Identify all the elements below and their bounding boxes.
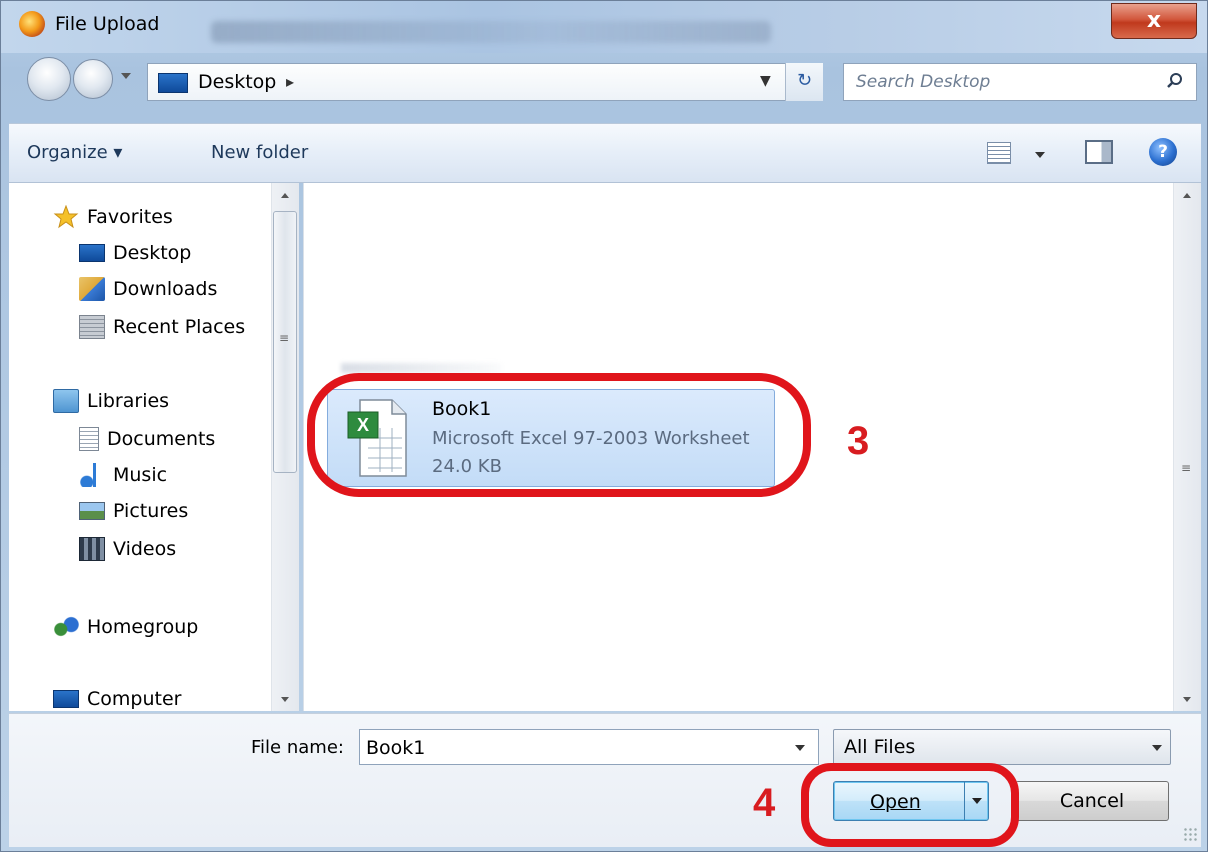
title-bar[interactable]: File Upload x	[1, 1, 1207, 53]
file-scroll-up-arrow-icon[interactable]	[1183, 193, 1191, 198]
back-button[interactable]	[27, 57, 71, 101]
resize-grip-icon[interactable]	[1183, 827, 1197, 841]
nav-item-label: Desktop	[113, 242, 192, 264]
preview-pane-icon[interactable]	[1085, 140, 1113, 164]
window-title: File Upload	[55, 13, 160, 35]
blurred-background-title	[211, 21, 771, 43]
nav-libraries[interactable]: Libraries	[53, 385, 169, 417]
nav-item-label: Pictures	[113, 500, 189, 522]
search-icon[interactable]	[1166, 72, 1184, 90]
videos-film-icon	[79, 537, 105, 561]
close-button[interactable]: x	[1111, 3, 1197, 39]
scroll-down-arrow-icon[interactable]	[281, 697, 289, 702]
libraries-icon	[53, 389, 79, 413]
nav-item-label: Music	[113, 464, 168, 486]
nav-item-videos[interactable]: Videos	[79, 533, 176, 565]
computer-icon	[53, 690, 79, 708]
organize-menu-button[interactable]: Organize ▾	[27, 142, 122, 163]
file-name-input[interactable]	[366, 736, 786, 760]
file-name-field[interactable]	[359, 729, 819, 765]
nav-item-label: Recent Places	[113, 316, 246, 338]
favorites-star-icon	[53, 205, 79, 229]
nav-item-recent-places[interactable]: Recent Places	[79, 311, 245, 343]
nav-item-desktop[interactable]: Desktop	[79, 237, 191, 269]
search-input[interactable]	[856, 70, 1146, 94]
recent-locations-dropdown-icon[interactable]	[121, 73, 131, 79]
address-dropdown-icon[interactable]: ▼	[760, 73, 771, 89]
documents-icon	[79, 427, 99, 451]
annotation-step-4: 4	[753, 781, 776, 825]
cancel-button[interactable]: Cancel	[1015, 781, 1169, 821]
nav-item-label: Documents	[107, 428, 216, 450]
search-box[interactable]	[843, 63, 1197, 101]
music-note-icon	[79, 463, 105, 487]
annotation-ring-open	[801, 763, 1019, 847]
firefox-icon	[19, 11, 45, 37]
nav-item-documents[interactable]: Documents	[79, 423, 215, 455]
nav-item-label: Videos	[113, 538, 177, 560]
help-icon[interactable]: ?	[1149, 138, 1177, 166]
recent-places-icon	[79, 315, 105, 339]
command-toolbar: Organize ▾ New folder ?	[9, 123, 1201, 183]
annotation-step-3: 3	[847, 419, 870, 463]
new-folder-button[interactable]: New folder	[211, 142, 308, 163]
nav-item-downloads[interactable]: Downloads	[79, 273, 217, 305]
address-bar[interactable]: Desktop ▸ ▼	[147, 63, 823, 101]
scroll-up-arrow-icon[interactable]	[281, 193, 289, 198]
nav-computer-label: Computer	[87, 688, 182, 710]
file-upload-dialog: File Upload x Desktop ▸ ▼ ↻ Organize ▾ N…	[0, 0, 1208, 852]
nav-libraries-label: Libraries	[87, 390, 170, 412]
address-location[interactable]: Desktop	[198, 71, 276, 93]
desktop-icon	[79, 244, 105, 262]
file-type-select[interactable]: All Files	[833, 729, 1171, 765]
file-type-value: All Files	[844, 736, 916, 758]
nav-favorites-label: Favorites	[87, 206, 173, 228]
file-list-scrollbar[interactable]	[1173, 183, 1201, 711]
refresh-button[interactable]: ↻	[785, 63, 823, 101]
nav-item-label: Downloads	[113, 278, 218, 300]
file-scroll-down-arrow-icon[interactable]	[1183, 697, 1191, 702]
nav-item-music[interactable]: Music	[79, 459, 167, 491]
nav-homegroup[interactable]: Homegroup	[53, 611, 198, 643]
pictures-icon	[79, 502, 105, 520]
scroll-grip-icon: ≡	[279, 331, 290, 345]
homegroup-icon	[53, 615, 79, 639]
nav-favorites[interactable]: Favorites	[53, 201, 173, 233]
group-header-ghost	[341, 363, 501, 373]
file-scroll-grip-icon: ≡	[1181, 461, 1192, 475]
file-type-dropdown-icon	[1152, 745, 1162, 751]
file-name-dropdown-icon[interactable]	[795, 745, 805, 751]
breadcrumb-chevron-icon[interactable]: ▸	[286, 72, 294, 91]
file-name-label: File name:	[251, 737, 344, 758]
nav-homegroup-label: Homegroup	[87, 616, 199, 638]
desktop-icon	[158, 73, 188, 93]
refresh-icon: ↻	[796, 70, 813, 91]
change-view-icon[interactable]	[987, 142, 1011, 164]
annotation-ring-file	[307, 373, 811, 497]
downloads-icon	[79, 277, 105, 301]
forward-button[interactable]	[73, 59, 113, 99]
nav-computer[interactable]: Computer	[53, 683, 181, 715]
view-dropdown-icon[interactable]	[1035, 152, 1045, 158]
nav-item-pictures[interactable]: Pictures	[79, 495, 188, 527]
